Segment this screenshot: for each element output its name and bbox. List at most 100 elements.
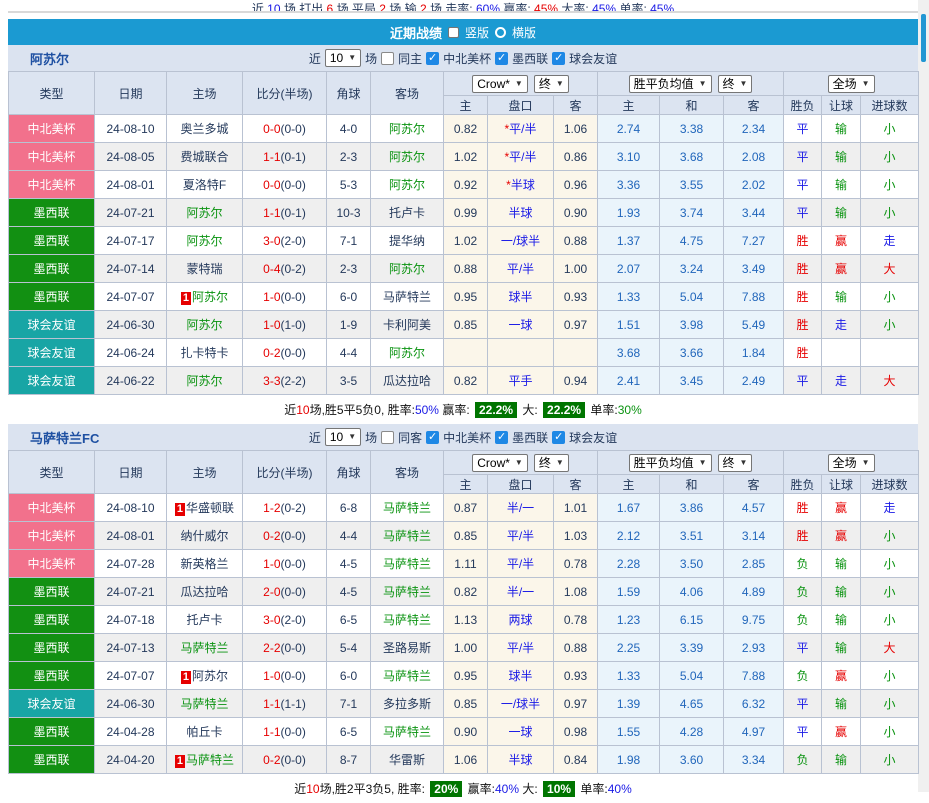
away-team-cell[interactable]: 提华纳 — [371, 227, 444, 255]
odds-value: 0.87 — [454, 501, 477, 515]
same-venue-checkbox[interactable] — [381, 431, 394, 444]
scope-select[interactable]: 全场▼ — [828, 454, 875, 472]
away-team-cell[interactable]: 阿苏尔 — [371, 255, 444, 283]
away-team-cell[interactable]: 马萨特兰 — [371, 662, 444, 690]
home-team-cell[interactable]: 蒙特瑞 — [167, 255, 243, 283]
avg-odds-select[interactable]: 胜平负均值▼ — [629, 75, 712, 93]
avg-time-select[interactable]: 终▼ — [718, 75, 753, 93]
horizontal-layout-label[interactable]: 横版 — [512, 24, 536, 41]
scope-select[interactable]: 全场▼ — [828, 75, 875, 93]
away-team-cell[interactable]: 马萨特兰 — [371, 606, 444, 634]
match-row: 墨西联24-04-28帕丘卡1-1(0-0)6-5马萨特兰0.90一球0.981… — [9, 718, 919, 746]
odds-company-select[interactable]: Crow*▼ — [472, 454, 528, 472]
home-team-cell[interactable]: 马萨特兰 — [167, 634, 243, 662]
league-checkbox-label[interactable]: 墨西联 — [512, 429, 548, 446]
away-team-cell[interactable]: 马萨特兰 — [371, 522, 444, 550]
home-team-cell[interactable]: 新英格兰 — [167, 550, 243, 578]
away-team-cell[interactable]: 马萨特兰 — [371, 494, 444, 522]
avg-time-select[interactable]: 终▼ — [718, 454, 753, 472]
home-team-cell[interactable]: 夏洛特F — [167, 171, 243, 199]
odds-company-select[interactable]: Crow*▼ — [472, 75, 528, 93]
corner-cell: 6-5 — [327, 606, 371, 634]
home-team-cell[interactable]: 阿苏尔 — [167, 199, 243, 227]
home-team-cell[interactable]: 纳什威尔 — [167, 522, 243, 550]
odds-time-select[interactable]: 终▼ — [534, 454, 569, 472]
handicap-cell: 平/半 — [488, 522, 554, 550]
league-checkbox[interactable]: ✓ — [552, 431, 565, 444]
odds-value: 0.95 — [454, 669, 477, 683]
home-team-cell[interactable]: 扎卡特卡 — [167, 339, 243, 367]
top-stats-segment: 10 — [267, 2, 280, 13]
unit-label: 场 — [365, 50, 377, 67]
away-team-cell[interactable]: 马萨特兰 — [371, 718, 444, 746]
halftime-score: (0-0) — [281, 557, 306, 571]
vertical-layout-radio[interactable] — [448, 27, 459, 38]
away-team-cell[interactable]: 阿苏尔 — [371, 143, 444, 171]
same-venue-label[interactable]: 同客 — [398, 429, 422, 446]
home-team-cell[interactable]: 托卢卡 — [167, 606, 243, 634]
odds-value: 1.11 — [454, 557, 476, 571]
away-team-cell[interactable]: 马萨特兰 — [371, 550, 444, 578]
match-count-select[interactable]: 10▼ — [325, 49, 361, 67]
home-team-cell[interactable]: 1马萨特兰 — [167, 746, 243, 774]
horizontal-layout-radio[interactable] — [495, 27, 506, 38]
away-team-cell[interactable]: 马萨特兰 — [371, 283, 444, 311]
corner-cell: 1-9 — [327, 311, 371, 339]
corner-cell: 6-5 — [327, 718, 371, 746]
home-team-cell[interactable]: 1阿苏尔 — [167, 283, 243, 311]
away-team-cell[interactable]: 华雷斯 — [371, 746, 444, 774]
league-checkbox[interactable]: ✓ — [426, 431, 439, 444]
scrollbar-thumb[interactable] — [921, 14, 926, 62]
fulltime-score: 0-2 — [263, 529, 280, 543]
fulltime-score: 1-1 — [263, 697, 280, 711]
league-checkbox[interactable]: ✓ — [552, 52, 565, 65]
away-team-cell[interactable]: 多拉多斯 — [371, 690, 444, 718]
league-checkbox[interactable]: ✓ — [495, 431, 508, 444]
sub-col-header: 盘口 — [488, 475, 554, 494]
odds-cell: 1.08 — [554, 578, 598, 606]
home-team-cell[interactable]: 瓜达拉哈 — [167, 578, 243, 606]
goals-result-cell: 小 — [861, 283, 919, 311]
home-team-cell[interactable]: 奥兰多城 — [167, 115, 243, 143]
match-row: 中北美杯24-08-01夏洛特F0-0(0-0)5-3阿苏尔0.92*半球0.9… — [9, 171, 919, 199]
same-venue-label[interactable]: 同主 — [398, 50, 422, 67]
home-team-cell[interactable]: 费城联合 — [167, 143, 243, 171]
away-team-cell[interactable]: 马萨特兰 — [371, 578, 444, 606]
away-team-cell[interactable]: 阿苏尔 — [371, 171, 444, 199]
odds-value: 0.96 — [564, 178, 587, 192]
league-cell: 墨西联 — [9, 746, 95, 774]
match-count-select[interactable]: 10▼ — [325, 428, 361, 446]
home-team-cell[interactable]: 阿苏尔 — [167, 227, 243, 255]
home-team-cell[interactable]: 1阿苏尔 — [167, 662, 243, 690]
halftime-score: (1-0) — [281, 318, 306, 332]
home-team-cell[interactable]: 马萨特兰 — [167, 690, 243, 718]
away-team-cell[interactable]: 卡利阿美 — [371, 311, 444, 339]
home-team-cell[interactable]: 阿苏尔 — [167, 367, 243, 395]
corner-cell: 4-5 — [327, 550, 371, 578]
league-checkbox[interactable]: ✓ — [426, 52, 439, 65]
home-team-cell[interactable]: 阿苏尔 — [167, 311, 243, 339]
vertical-layout-label[interactable]: 竖版 — [465, 24, 489, 41]
league-checkbox-label[interactable]: 墨西联 — [512, 50, 548, 67]
league-checkbox-label[interactable]: 球会友谊 — [569, 50, 617, 67]
away-team-cell[interactable]: 阿苏尔 — [371, 115, 444, 143]
handicap-result-cell: 输 — [822, 199, 861, 227]
away-team-cell[interactable]: 阿苏尔 — [371, 339, 444, 367]
league-checkbox-label[interactable]: 中北美杯 — [443, 429, 491, 446]
league-checkbox-label[interactable]: 球会友谊 — [569, 429, 617, 446]
league-checkbox-label[interactable]: 中北美杯 — [443, 50, 491, 67]
away-team-cell[interactable]: 圣路易斯 — [371, 634, 444, 662]
league-checkbox[interactable]: ✓ — [495, 52, 508, 65]
home-team-cell[interactable]: 1华盛顿联 — [167, 494, 243, 522]
same-venue-checkbox[interactable] — [381, 52, 394, 65]
odds-cell: 0.85 — [444, 522, 488, 550]
home-team-cell[interactable]: 帕丘卡 — [167, 718, 243, 746]
league-cell: 中北美杯 — [9, 522, 95, 550]
odds-time-select[interactable]: 终▼ — [534, 75, 569, 93]
match-row: 墨西联24-07-17阿苏尔3-0(2-0)7-1提华纳1.02一/球半0.88… — [9, 227, 919, 255]
away-team-cell[interactable]: 托卢卡 — [371, 199, 444, 227]
corner-cell: 2-3 — [327, 255, 371, 283]
away-team-cell[interactable]: 瓜达拉哈 — [371, 367, 444, 395]
avg-odds-select[interactable]: 胜平负均值▼ — [629, 454, 712, 472]
wdl-result-cell: 平 — [784, 171, 822, 199]
